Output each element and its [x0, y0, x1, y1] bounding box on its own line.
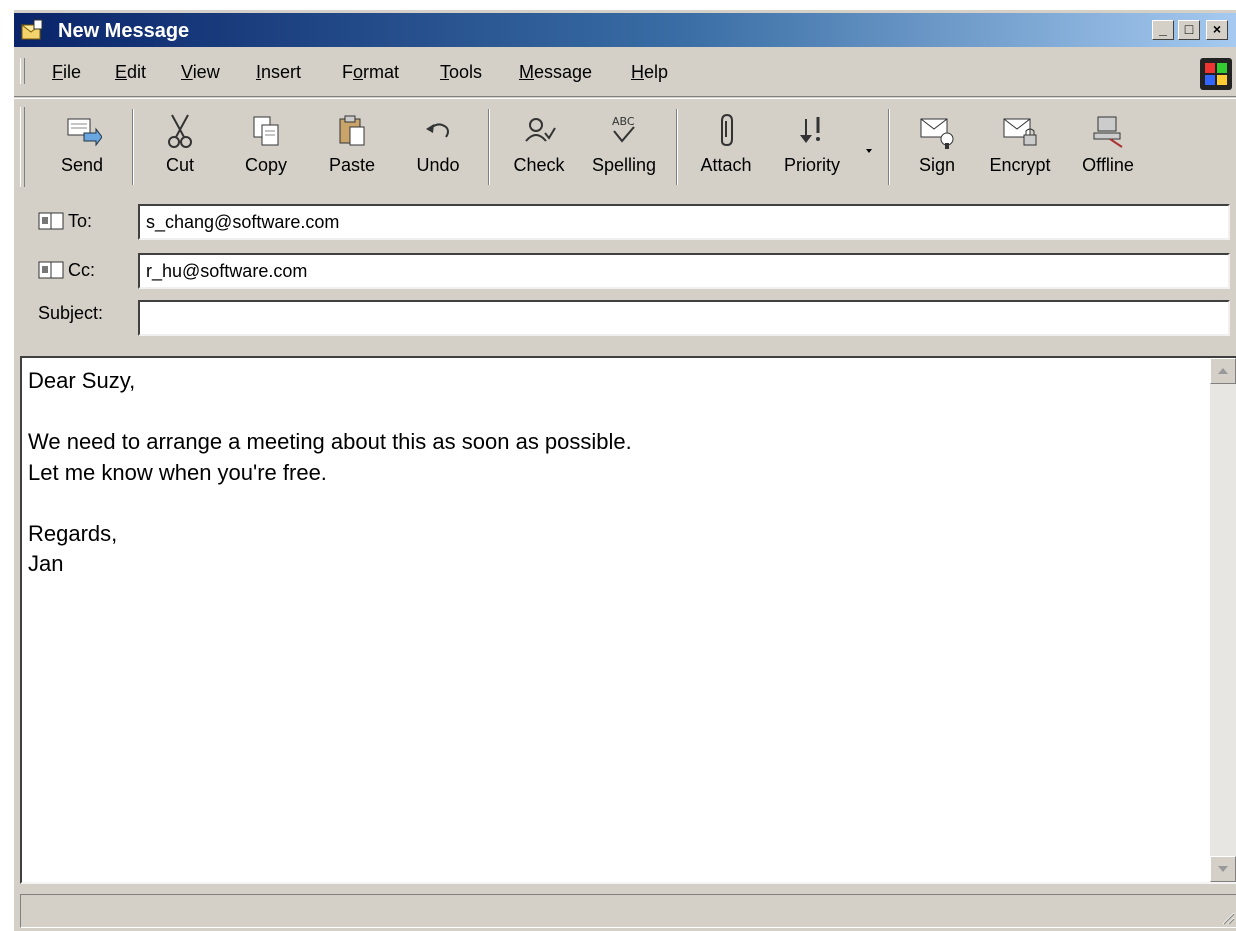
- undo-icon: [426, 123, 449, 138]
- spelling-label: Spelling: [591, 155, 657, 175]
- menu-insert[interactable]: Insert: [256, 62, 301, 83]
- window-title: New Message: [58, 20, 190, 42]
- menu-view-label: View: [181, 62, 220, 82]
- priority-dropdown-icon[interactable]: [864, 147, 874, 155]
- status-bar: [20, 894, 1236, 928]
- cc-label: Cc:: [68, 260, 95, 280]
- menu-format-label: Format: [342, 62, 400, 82]
- message-body[interactable]: Dear Suzy, We need to arrange a meeting …: [20, 356, 1236, 884]
- close-button[interactable]: ×: [1206, 20, 1228, 40]
- toolbar-separator: [676, 109, 678, 185]
- menu-bar: File Edit View Insert Format Tools Messa…: [14, 52, 1236, 92]
- offline-label: Offline: [1082, 155, 1134, 175]
- message-line: [28, 397, 632, 428]
- subject-field[interactable]: [138, 300, 1230, 336]
- paperclip-icon: [721, 113, 733, 147]
- toolbar-separator: [132, 109, 134, 185]
- to-label-button[interactable]: To:: [38, 211, 92, 232]
- minimize-button[interactable]: _: [1152, 20, 1174, 40]
- copy-label: Copy: [244, 155, 288, 175]
- encrypt-icon: [1003, 118, 1037, 146]
- menu-file-label: File: [52, 62, 82, 82]
- offline-button[interactable]: Offline: [1072, 105, 1144, 187]
- resize-grip-icon[interactable]: [1219, 909, 1235, 925]
- attach-button[interactable]: Attach: [690, 105, 762, 187]
- vertical-scrollbar[interactable]: [1210, 358, 1236, 882]
- cc-label-button[interactable]: Cc:: [38, 260, 95, 281]
- message-line: Let me know when you're free.: [28, 459, 327, 485]
- svg-text:ABC: ABC: [612, 115, 635, 128]
- toolbar-separator: [488, 109, 490, 185]
- send-icon: [67, 118, 102, 147]
- address-book-icon: [38, 212, 64, 230]
- undo-label: Undo: [416, 155, 460, 175]
- check-names-button[interactable]: Check: [504, 105, 574, 187]
- message-text[interactable]: Dear Suzy, We need to arrange a meeting …: [28, 366, 632, 580]
- cc-field[interactable]: r_hu@software.com: [138, 253, 1230, 289]
- paste-label: Paste: [328, 155, 376, 175]
- menu-tools-label: Tools: [440, 62, 483, 82]
- new-message-window: New Message _ □ × File Edit View Insert …: [12, 10, 1236, 931]
- send-button[interactable]: Send: [44, 105, 120, 187]
- scissors-icon: [168, 114, 192, 148]
- undo-button[interactable]: Undo: [406, 105, 470, 187]
- priority-button[interactable]: Priority: [774, 105, 850, 187]
- check-names-icon: [525, 118, 556, 142]
- copy-icon: [253, 116, 279, 146]
- menu-help[interactable]: Help: [631, 62, 668, 83]
- menu-tools[interactable]: Tools: [440, 62, 482, 83]
- attach-label: Attach: [700, 155, 752, 175]
- sign-icon: [920, 118, 954, 149]
- arrow-down-icon: [1218, 866, 1228, 872]
- cut-button[interactable]: Cut: [150, 105, 210, 187]
- maximize-button[interactable]: □: [1178, 20, 1200, 40]
- windows-logo-icon: [1200, 58, 1232, 90]
- menu-edit[interactable]: Edit: [115, 62, 146, 83]
- message-line: We need to arrange a meeting about this …: [28, 429, 632, 454]
- menu-file[interactable]: File: [52, 62, 81, 83]
- paste-icon: [339, 115, 365, 146]
- spelling-button[interactable]: ABC Spelling: [584, 105, 664, 187]
- toolbar-separator: [888, 109, 890, 185]
- menu-insert-label: Insert: [256, 62, 302, 82]
- to-label: To:: [68, 211, 93, 231]
- menu-grip[interactable]: [20, 58, 25, 84]
- message-line: Regards,: [28, 520, 118, 546]
- paste-button[interactable]: Paste: [318, 105, 386, 187]
- check-label: Check: [513, 155, 565, 175]
- menu-format[interactable]: Format: [342, 62, 399, 83]
- new-message-icon: [20, 19, 43, 40]
- message-line: [28, 488, 632, 519]
- toolbar-grip[interactable]: [20, 107, 25, 187]
- to-field[interactable]: s_chang@software.com: [138, 204, 1230, 240]
- scroll-up-button[interactable]: [1210, 358, 1236, 384]
- scroll-down-button[interactable]: [1210, 856, 1236, 882]
- menu-edit-label: Edit: [115, 62, 147, 82]
- encrypt-label: Encrypt: [989, 155, 1051, 175]
- sign-label: Sign: [918, 155, 956, 175]
- toolbar: Send Cut Copy Paste Undo Check ABC Spell…: [14, 96, 1236, 196]
- copy-button[interactable]: Copy: [236, 105, 296, 187]
- spelling-icon: ABC: [612, 115, 635, 143]
- message-line: Jan: [28, 551, 64, 576]
- title-bar[interactable]: New Message _ □ ×: [14, 13, 1236, 47]
- sign-button[interactable]: Sign: [904, 105, 970, 187]
- arrow-up-icon: [1218, 368, 1228, 374]
- priority-icon: [800, 117, 820, 143]
- send-label: Send: [60, 155, 104, 175]
- menu-message-label: Message: [519, 62, 593, 82]
- address-book-icon: [38, 261, 64, 279]
- message-line: Dear Suzy,: [28, 368, 136, 393]
- encrypt-button[interactable]: Encrypt: [980, 105, 1060, 187]
- subject-label: Subject:: [38, 303, 104, 323]
- cut-label: Cut: [165, 155, 194, 175]
- menu-message[interactable]: Message: [519, 62, 592, 83]
- priority-label: Priority: [783, 155, 840, 175]
- offline-icon: [1093, 116, 1123, 148]
- menu-help-label: Help: [631, 62, 669, 82]
- menu-view[interactable]: View: [181, 62, 220, 83]
